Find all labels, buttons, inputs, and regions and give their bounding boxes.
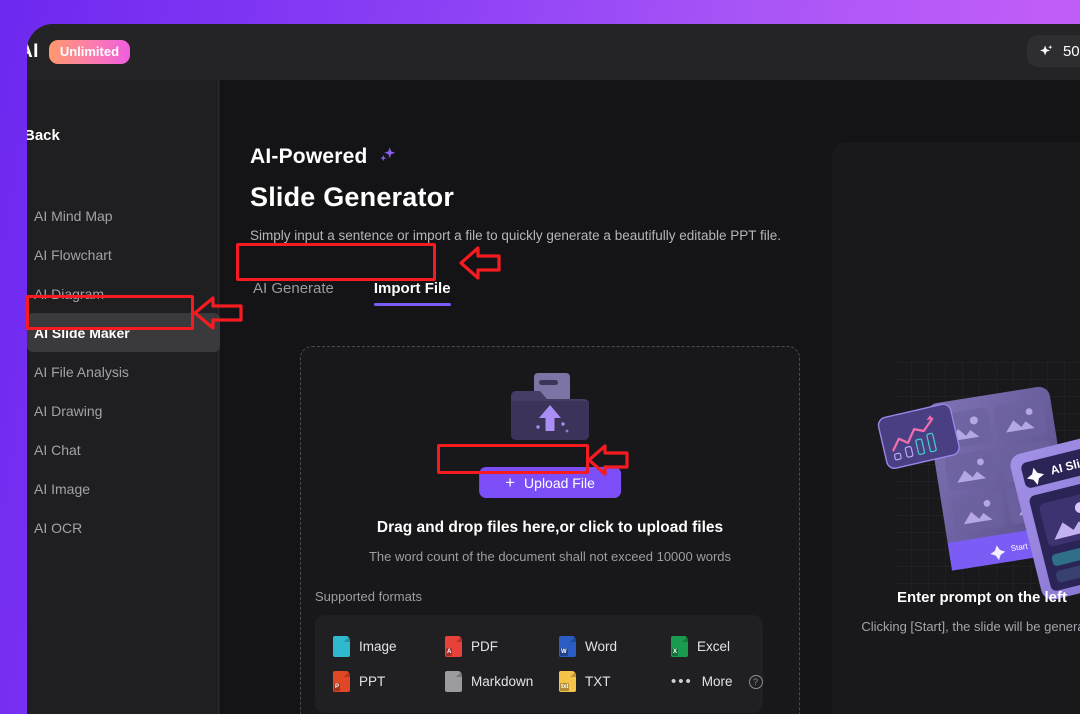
page-subtitle: Simply input a sentence or import a file… [250,228,782,243]
sidebar-item-ai-slide-maker[interactable]: AI Slide Maker [27,313,220,352]
format-item-word: W Word [559,629,671,664]
sidebar-item-label: AI File Analysis [34,363,129,380]
tab-ai-generate[interactable]: AI Generate [253,280,334,306]
sidebar-item-label: AI Flowchart [34,246,112,263]
upload-button-wrap: + Upload File [479,467,621,498]
folder-upload-icon [508,369,592,454]
supported-formats-list: Image A PDF W Word X Excel P PPT Markdow… [315,615,763,713]
format-label: PDF [471,639,498,654]
format-item-image: Image [333,629,445,664]
page-eyebrow-text: AI-Powered [250,145,368,168]
preview-panel: Start AI Slide Enter prompt on the left … [832,142,1080,714]
sidebar-item-label: AI OCR [34,519,83,536]
plus-icon: + [505,473,516,492]
preview-subtitle: Clicking [Start], the slide will be gene… [861,619,1080,634]
credits-indicator[interactable]: 500 [1026,35,1080,67]
format-item-ppt: P PPT [333,664,445,699]
markdown-file-icon [445,671,462,692]
help-icon[interactable]: ? [748,674,763,689]
brand-logo-text: AI [27,41,39,62]
format-item-txt: txt TXT [559,664,671,699]
tab-label: Import File [373,280,451,297]
sparkle-icon [1040,44,1053,55]
format-label: Word [585,639,618,654]
sidebar: Back AI Mind Map AI Flowchart AI Diagram… [27,80,220,714]
sidebar-nav: AI Mind Map AI Flowchart AI Diagram AI S… [27,196,220,547]
sidebar-item-label: AI Slide Maker [34,324,130,341]
file-dropzone[interactable]: + Upload File Drag and drop files here,o… [300,346,800,714]
upload-file-button[interactable]: + Upload File [479,467,621,498]
format-label: PPT [359,674,386,689]
upload-file-button-label: Upload File [524,474,595,491]
sidebar-item-label: AI Image [34,480,91,497]
mode-tabs: AI Generate Import File [253,270,451,306]
sidebar-item-ai-mind-map[interactable]: AI Mind Map [27,196,219,235]
sidebar-item-label: AI Drawing [34,402,103,419]
sidebar-item-ai-file-analysis[interactable]: AI File Analysis [27,352,219,391]
sidebar-item-label: AI Mind Map [34,207,113,224]
sidebar-item-ai-chat[interactable]: AI Chat [27,430,219,469]
format-item-pdf: A PDF [445,629,559,664]
pdf-file-icon: A [445,636,462,657]
sidebar-item-ai-drawing[interactable]: AI Drawing [27,391,219,430]
tab-import-file[interactable]: Import File [373,280,451,306]
page-eyebrow: AI-Powered [250,145,398,169]
sidebar-item-ai-flowchart[interactable]: AI Flowchart [27,235,219,274]
brand[interactable]: AI Unlimited [27,40,131,64]
sidebar-item-label: AI Chat [34,441,81,458]
tab-label: AI Generate [253,280,334,297]
slide-illustration: Start AI Slide [860,362,1080,602]
sparkle-icon [379,147,395,162]
format-label: Image [359,639,397,654]
word-file-icon: W [559,636,576,657]
back-button[interactable]: Back [27,127,60,144]
page-title: Slide Generator [250,182,455,212]
format-item-more[interactable]: ••• More ? [671,664,763,699]
format-item-excel: X Excel [671,629,763,664]
more-dots-icon: ••• [671,673,693,690]
format-item-markdown: Markdown [445,664,559,699]
image-file-icon [333,636,350,657]
top-bar: AI Unlimited 500 [27,24,1080,80]
app-window: AI Unlimited 500 Back AI Mind Map AI Flo… [27,24,1080,714]
back-button-label: Back [27,127,60,144]
excel-file-icon: X [671,636,688,657]
dropzone-title: Drag and drop files here,or click to upl… [376,519,724,536]
format-label: Markdown [471,674,534,689]
format-label: Excel [697,639,731,654]
main-content: AI-Powered Slide Generator Simply input … [220,80,1080,714]
sidebar-item-ai-image[interactable]: AI Image [27,469,219,508]
preview-title: Enter prompt on the left [897,589,1067,606]
plan-badge[interactable]: Unlimited [48,40,131,64]
sidebar-item-ai-ocr[interactable]: AI OCR [27,508,219,547]
txt-file-icon: txt [559,671,576,692]
credits-value: 500 [1062,42,1080,60]
ppt-file-icon: P [333,671,350,692]
dropzone-hint: The word count of the document shall not… [368,549,732,564]
format-label: More [701,674,733,689]
format-label: TXT [585,674,611,689]
sidebar-item-label: AI Diagram [34,285,105,302]
supported-formats-label: Supported formats [315,589,422,604]
sidebar-item-ai-diagram[interactable]: AI Diagram [27,274,219,313]
